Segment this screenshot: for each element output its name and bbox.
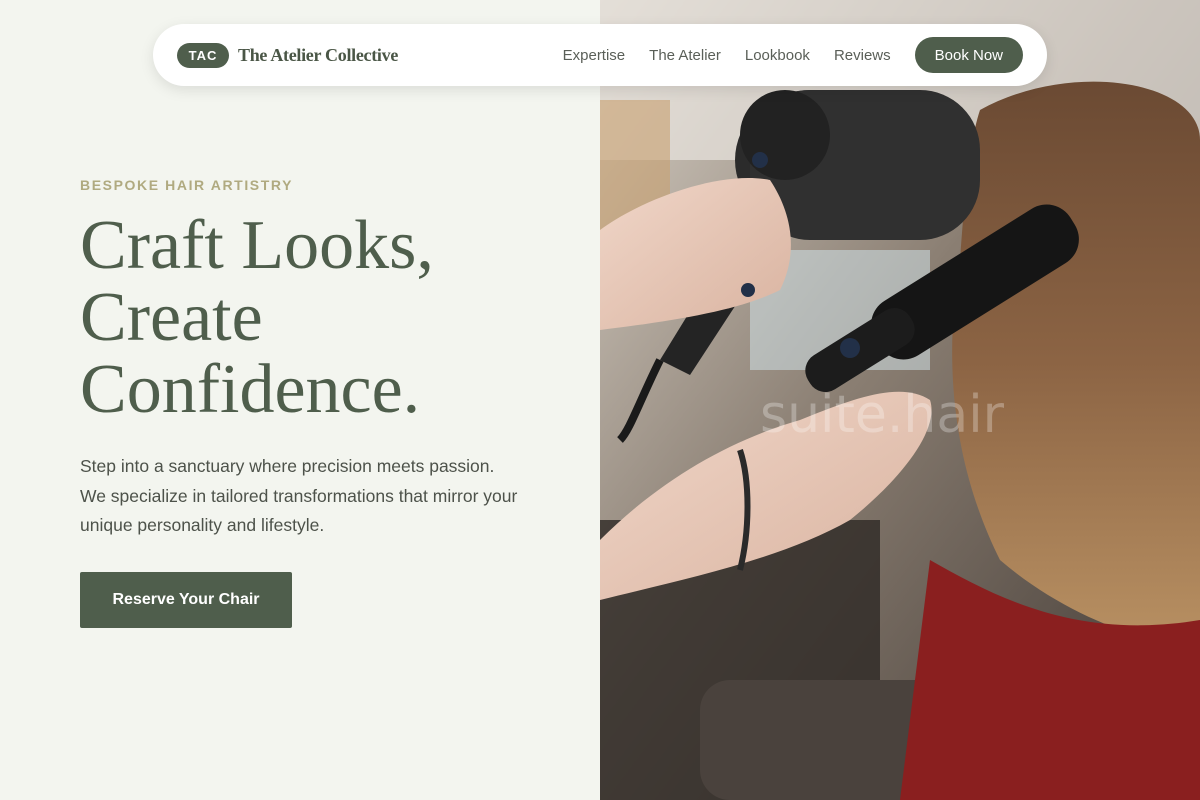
brand-badge: TAC <box>177 42 229 68</box>
brand[interactable]: TAC The Atelier Collective <box>177 42 399 68</box>
hero-description: Step into a sanctuary where precision me… <box>80 456 518 535</box>
headline-line-2: Create <box>80 279 263 356</box>
headline-line-3: Confidence. <box>80 351 421 428</box>
brand-name: The Atelier Collective <box>238 44 399 65</box>
headline-line-1: Craft Looks, <box>80 207 434 284</box>
hero-photo: suite.hair <box>600 0 1200 800</box>
nav-link-expertise[interactable]: Expertise <box>563 47 626 64</box>
nav-link-the-atelier[interactable]: The Atelier <box>649 47 721 64</box>
nav-link-reviews[interactable]: Reviews <box>834 47 891 64</box>
nav-link-lookbook[interactable]: Lookbook <box>745 47 810 64</box>
book-now-button[interactable]: Book Now <box>914 37 1023 73</box>
hero-headline: Craft Looks, Create Confidence. <box>80 210 580 426</box>
top-navbar: TAC The Atelier Collective Expertise The… <box>153 24 1047 86</box>
reserve-chair-button[interactable]: Reserve Your Chair <box>80 572 292 628</box>
nav-links: Expertise The Atelier Lookbook Reviews <box>563 47 891 64</box>
hero-eyebrow: BESPOKE HAIR ARTISTRY <box>80 177 294 193</box>
photo-watermark: suite.hair <box>760 385 1005 445</box>
